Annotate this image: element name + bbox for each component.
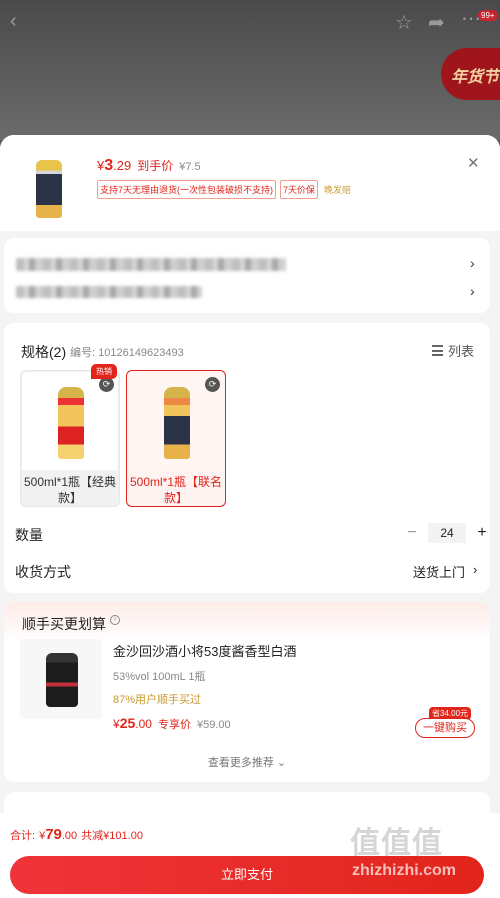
final-price: ¥3.29 — [97, 157, 132, 174]
checkout-footer: 合计: ¥79.00 共减¥101.00 值值值 立即支付 zhizhizhi.… — [0, 813, 500, 898]
list-icon — [432, 345, 443, 356]
combo-price-tag: 专享价 — [157, 719, 191, 731]
more-recommendations-link[interactable]: 查看更多推荐 ⌄ — [4, 754, 490, 770]
combo-product-image[interactable] — [20, 639, 102, 719]
total-summary: 合计: ¥79.00 共减¥101.00 — [10, 826, 143, 843]
product-header: ¥3.29 到手价 ¥7.5 ✕ 支持7天无理由退货(一次性包装破损不支持) 7… — [0, 135, 500, 231]
bottle-image — [46, 653, 78, 707]
info-icon[interactable]: i — [110, 615, 120, 625]
quantity-input[interactable]: 24 — [428, 523, 466, 543]
bottle-image — [58, 387, 84, 459]
spec-option-collab[interactable]: ⟳ 500ml*1瓶【联名款】 — [126, 370, 226, 507]
option-label: 500ml*1瓶【联名款】 — [129, 475, 223, 505]
combo-card: 顺手买更划算 i 金沙回沙酒小将53度酱香型白酒 53%vol 100mL 1瓶… — [4, 602, 490, 782]
swap-icon[interactable]: ⟳ — [99, 377, 114, 392]
festival-banner[interactable]: 年货节 — [441, 48, 500, 100]
original-price: ¥7.5 — [179, 161, 201, 173]
share-icon[interactable]: ➦ — [428, 10, 445, 35]
total-label: 合计: — [10, 830, 36, 842]
final-price-tag: 到手价 — [137, 159, 174, 173]
quantity-stepper: − 24 + — [404, 523, 490, 543]
service-tag: 支持7天无理由退货(一次性包装破损不支持) — [97, 180, 277, 199]
address-card[interactable]: › › — [4, 238, 490, 313]
hot-badge: 热销 — [91, 364, 117, 379]
swap-icon[interactable]: ⟳ — [205, 377, 220, 392]
spec-option-classic[interactable]: ⟳ 热销 500ml*1瓶【经典款】 — [20, 364, 120, 507]
chevron-left-icon[interactable]: ‹ — [10, 10, 17, 33]
combo-price: ¥25.00 — [113, 715, 152, 731]
combo-price-row: ¥25.00 专享价 ¥59.00 — [113, 715, 231, 732]
combo-buyers-stat: 87%用户顺手买过 — [113, 694, 202, 706]
close-icon[interactable]: ✕ — [467, 154, 480, 172]
bottle-image — [164, 387, 190, 459]
total-discount: 共减¥101.00 — [81, 830, 143, 842]
service-tag: 7天价保 — [280, 180, 319, 199]
chevron-right-icon[interactable]: › — [470, 283, 475, 299]
list-view-toggle[interactable]: 列表 — [432, 341, 474, 360]
combo-original-price: ¥59.00 — [196, 719, 231, 731]
service-tags: 支持7天无理由退货(一次性包装破损不支持) 7天价保 晚发赔 — [97, 180, 351, 199]
blurred-address-detail — [16, 286, 202, 298]
total-amount: ¥79.00 — [39, 826, 78, 843]
one-click-buy-button[interactable]: 一键购买 — [415, 718, 475, 738]
list-view-label: 列表 — [448, 344, 475, 359]
blurred-address — [16, 258, 286, 271]
service-tag-plain: 晚发赔 — [324, 185, 352, 195]
star-icon[interactable]: ☆ — [395, 10, 413, 35]
notification-badge: 99+ — [478, 10, 498, 21]
combo-product-spec: 53%vol 100mL 1瓶 — [113, 671, 206, 683]
combo-title: 顺手买更划算 — [22, 616, 106, 632]
spec-title: 规格(2) — [21, 344, 67, 360]
chevron-right-icon: › — [473, 562, 478, 577]
product-thumbnail — [36, 160, 62, 218]
top-bar: ‹ ☆ ➦ ⋯ 99+ — [0, 8, 500, 38]
chevron-right-icon[interactable]: › — [470, 255, 475, 271]
spec-card: 规格(2) 编号: 10126149623493 列表 ⟳ 热销 500ml*1… — [4, 323, 490, 593]
watermark-url: zhizhizhi.com — [352, 862, 456, 879]
delivery-value: 送货上门 — [413, 565, 466, 580]
delivery-selector[interactable]: 送货上门 › — [413, 562, 477, 581]
delivery-label: 收货方式 — [15, 564, 71, 580]
quantity-label: 数量 — [15, 527, 43, 543]
increase-button[interactable]: + — [474, 524, 490, 542]
price-row: ¥3.29 到手价 ¥7.5 — [97, 157, 201, 175]
combo-product-name[interactable]: 金沙回沙酒小将53度酱香型白酒 — [113, 641, 296, 660]
decrease-button[interactable]: − — [404, 524, 420, 542]
spec-code: 编号: 10126149623493 — [70, 347, 184, 359]
purchase-sheet: ¥3.29 到手价 ¥7.5 ✕ 支持7天无理由退货(一次性包装破损不支持) 7… — [0, 135, 500, 898]
option-label: 500ml*1瓶【经典款】 — [23, 475, 117, 505]
